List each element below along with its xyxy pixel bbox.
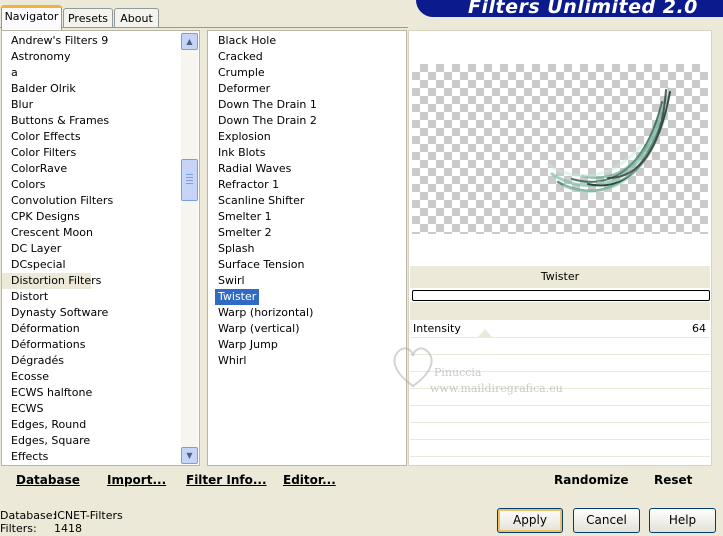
filter-item[interactable]: Surface Tension <box>215 257 304 273</box>
help-button[interactable]: Help <box>649 508 716 533</box>
reset-button[interactable]: Reset <box>654 473 692 487</box>
parameter-row-6[interactable] <box>410 406 710 423</box>
banner-title: Filters Unlimited 2.0 <box>468 0 698 17</box>
slider-area-bg <box>410 302 710 320</box>
preview-filter-name: Twister <box>540 270 580 283</box>
parameter-row-8[interactable] <box>410 440 710 457</box>
category-item[interactable]: CPK Designs <box>2 209 181 225</box>
category-item[interactable]: Andrew's Filters 9 <box>2 33 181 49</box>
category-item[interactable]: Distortion Filters <box>2 273 101 289</box>
category-item[interactable]: Dynasty Software <box>2 305 181 321</box>
category-item[interactable]: ECWS halftone <box>2 385 181 401</box>
preview-image <box>412 64 708 234</box>
twister-swirl-graphic <box>546 87 671 193</box>
import-button[interactable]: Import... <box>107 473 166 487</box>
slider-thumb[interactable] <box>478 329 492 337</box>
intensity-value: 64 <box>692 322 706 335</box>
watermark-line2: www.maildiregrafica.eu <box>430 382 563 395</box>
progress-bar <box>412 290 710 301</box>
filter-item[interactable]: Splash <box>215 241 254 257</box>
category-item[interactable]: DC Layer <box>2 241 181 257</box>
category-item[interactable]: Balder Olrik <box>2 81 181 97</box>
filter-item[interactable]: Down The Drain 2 <box>215 113 317 129</box>
filter-item[interactable]: Swirl <box>215 273 245 289</box>
filter-item[interactable]: Scanline Shifter <box>215 193 304 209</box>
category-item[interactable]: Edges, Round <box>2 417 181 433</box>
watermark: Pinuccia www.maildiregrafica.eu <box>388 342 628 402</box>
category-item[interactable]: Ecosse <box>2 369 181 385</box>
status-filters-value: 1418 <box>54 522 82 535</box>
filter-item[interactable]: Explosion <box>215 129 271 145</box>
category-item[interactable]: Color Filters <box>2 145 181 161</box>
scroll-down-button[interactable]: ▼ <box>181 447 198 464</box>
category-item[interactable]: Convolution Filters <box>2 193 181 209</box>
filter-item[interactable]: Crumple <box>215 65 265 81</box>
scroll-thumb[interactable] <box>181 159 198 201</box>
filter-item[interactable]: Radial Waves <box>215 161 291 177</box>
watermark-line1: Pinuccia <box>434 366 482 379</box>
title-banner: Filters Unlimited 2.0 <box>416 0 723 17</box>
category-item[interactable]: Déformations <box>2 337 181 353</box>
chevron-up-icon: ▲ <box>186 37 193 46</box>
category-item[interactable]: Déformation <box>2 321 181 337</box>
filter-item[interactable]: Warp (vertical) <box>215 321 300 337</box>
status-database-label: Database: <box>0 509 57 522</box>
status-filters-label: Filters: <box>0 522 37 535</box>
status-database-value: ICNET-Filters <box>54 509 123 522</box>
editor-button[interactable]: Editor... <box>283 473 336 487</box>
category-item[interactable]: Dégradés <box>2 353 181 369</box>
tab-navigator[interactable]: Navigator <box>1 5 62 30</box>
intensity-label: Intensity <box>413 322 461 335</box>
tab-about[interactable]: About <box>114 8 159 28</box>
parameter-row-7[interactable] <box>410 423 710 440</box>
database-button[interactable]: Database <box>16 473 80 487</box>
apply-button[interactable]: Apply <box>497 508 563 533</box>
tab-presets[interactable]: Presets <box>63 8 113 28</box>
filter-item[interactable]: Warp Jump <box>215 337 278 353</box>
filter-item[interactable]: Smelter 1 <box>215 209 272 225</box>
category-item[interactable]: Colors <box>2 177 181 193</box>
filter-item[interactable]: Smelter 2 <box>215 225 272 241</box>
category-item[interactable]: Buttons & Frames <box>2 113 181 129</box>
chevron-down-icon: ▼ <box>186 451 193 460</box>
category-item[interactable]: Crescent Moon <box>2 225 181 241</box>
filter-info-button[interactable]: Filter Info... <box>186 473 267 487</box>
filter-item[interactable]: Refractor 1 <box>215 177 279 193</box>
category-item[interactable]: ECWS <box>2 401 181 417</box>
category-item[interactable]: ColorRave <box>2 161 181 177</box>
intensity-slider[interactable]: Intensity 64 <box>410 321 710 338</box>
filter-item[interactable]: Cracked <box>215 49 263 65</box>
filter-item[interactable]: Down The Drain 1 <box>215 97 317 113</box>
category-item[interactable]: Color Effects <box>2 129 181 145</box>
category-item[interactable]: Edges, Square <box>2 433 181 449</box>
filter-list[interactable]: Black Hole Cracked Crumple Deformer Down The… <box>207 30 407 466</box>
category-item[interactable]: a <box>2 65 181 81</box>
scroll-up-button[interactable]: ▲ <box>181 33 198 50</box>
category-item[interactable]: DCspecial <box>2 257 181 273</box>
filter-item[interactable]: Ink Blots <box>215 145 265 161</box>
category-item[interactable]: Astronomy <box>2 49 181 65</box>
category-item[interactable]: Blur <box>2 97 181 113</box>
category-item[interactable]: Effects <box>2 449 181 465</box>
category-scrollbar[interactable]: ▲ ▼ <box>181 31 198 464</box>
filter-item[interactable]: Deformer <box>215 81 270 97</box>
filter-item[interactable]: Warp (horizontal) <box>215 305 313 321</box>
filter-item[interactable]: Whirl <box>215 353 246 369</box>
filter-item[interactable]: Black Hole <box>215 33 276 49</box>
randomize-button[interactable]: Randomize <box>554 473 628 487</box>
category-list[interactable]: Andrew's Filters 9 Astronomy a Balder Olrik… <box>1 30 200 466</box>
filter-item[interactable]: Twister <box>215 289 260 305</box>
cancel-button[interactable]: Cancel <box>573 508 640 533</box>
category-item[interactable]: Distort <box>2 289 181 305</box>
